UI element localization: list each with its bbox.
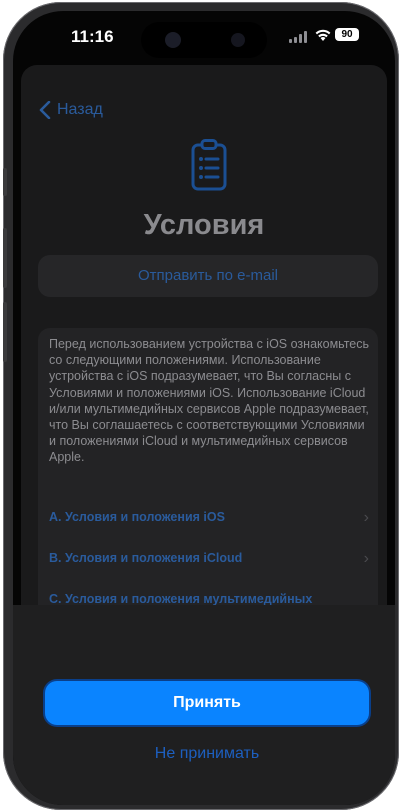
sensor-icon xyxy=(165,32,181,48)
chevron-right-icon: › xyxy=(363,509,369,526)
wifi-icon xyxy=(315,29,331,41)
dynamic-island xyxy=(141,22,267,58)
send-email-button[interactable]: Отправить по e-mail xyxy=(38,255,378,297)
terms-link-label: C. Условия и положения мультимедийных xyxy=(49,592,313,606)
volume-up-button xyxy=(3,228,7,288)
page-title-line1: Условия xyxy=(143,209,265,241)
camera-icon xyxy=(231,33,245,47)
chevron-left-icon xyxy=(39,101,51,119)
terms-link-label: A. Условия и положения iOS xyxy=(49,510,225,524)
volume-down-button xyxy=(3,302,7,362)
decline-button[interactable]: Не принимать xyxy=(45,745,369,763)
terms-card[interactable]: Перед использованием устройства с iOS оз… xyxy=(38,328,378,618)
back-label: Назад xyxy=(57,101,103,118)
signal-icon xyxy=(289,31,309,43)
clipboard-list-icon xyxy=(191,139,227,191)
battery-icon: 90 xyxy=(335,28,359,41)
chevron-right-icon: › xyxy=(363,550,369,567)
back-button[interactable]: Назад xyxy=(39,101,103,119)
terms-link-media[interactable]: C. Условия и положения мультимедийных › xyxy=(49,592,371,617)
terms-link-ios[interactable]: A. Условия и положения iOS › xyxy=(49,509,371,526)
terms-intro-text: Перед использованием устройства с iOS оз… xyxy=(49,337,370,465)
screen: 11:16 90 Назад Условия Отправить по e-ma… xyxy=(13,11,395,805)
terms-link-icloud[interactable]: B. Условия и положения iCloud › xyxy=(49,550,371,567)
accept-button[interactable]: Принять xyxy=(45,681,369,725)
status-time: 11:16 xyxy=(71,27,114,46)
terms-link-label: B. Условия и положения iCloud xyxy=(49,551,243,565)
status-bar: 11:16 90 xyxy=(13,11,395,59)
phone-frame: 11:16 90 Назад Условия Отправить по e-ma… xyxy=(3,2,399,810)
mute-switch xyxy=(3,168,7,196)
